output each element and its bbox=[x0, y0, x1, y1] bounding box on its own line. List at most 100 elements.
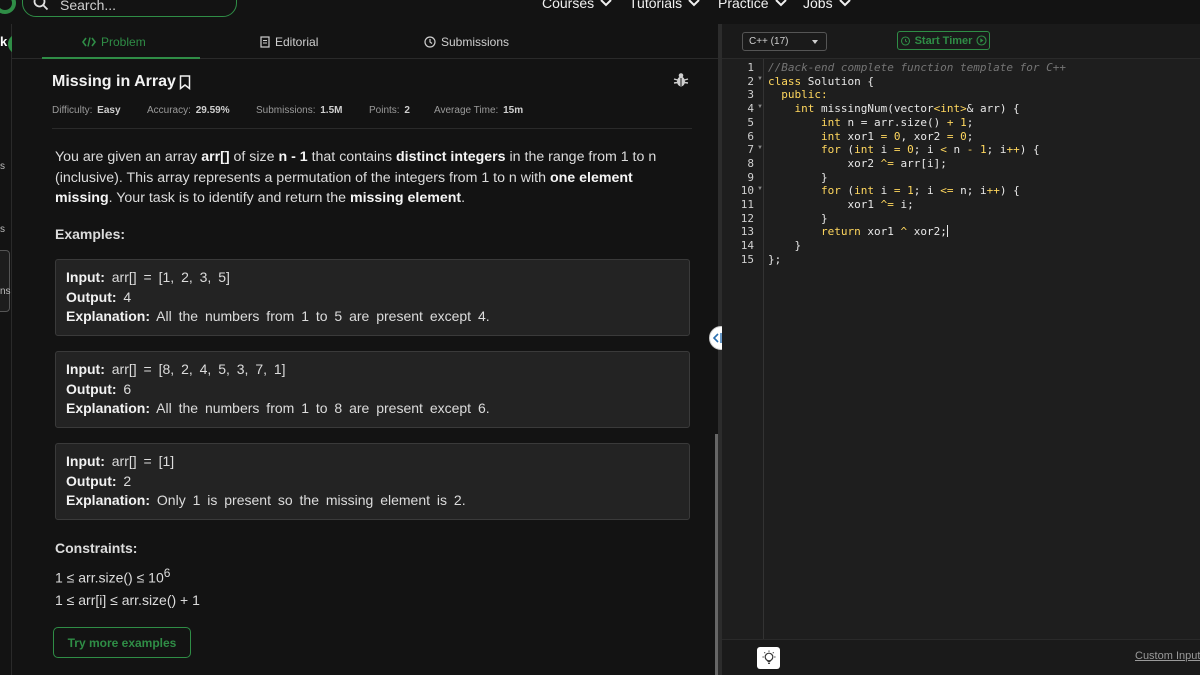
code-keyword: public: bbox=[768, 88, 828, 102]
constraint-value: 1 ≤ arr[i] ≤ arr.size() + 1 bbox=[55, 592, 200, 608]
code-text: ) { bbox=[1019, 143, 1040, 157]
explanation-label: Explanation: bbox=[66, 308, 151, 324]
line-number: 12 bbox=[740, 211, 754, 225]
code-keyword: return bbox=[768, 225, 861, 239]
nav-jobs[interactable]: Jobs bbox=[803, 0, 851, 11]
tab-editorial[interactable]: Editorial bbox=[260, 35, 318, 49]
line-number: 2 bbox=[747, 74, 754, 88]
code-text: ; i bbox=[986, 143, 1007, 157]
nav-courses[interactable]: Courses bbox=[542, 0, 612, 11]
sidebar-fragment: ns bbox=[0, 286, 11, 297]
code-text: xor1 bbox=[840, 129, 881, 143]
problem-title-text: Missing in Array bbox=[52, 73, 176, 90]
hint-button[interactable] bbox=[757, 647, 780, 669]
active-tab-indicator bbox=[42, 57, 200, 59]
nav-jobs-label: Jobs bbox=[803, 0, 833, 11]
fold-arrow-icon[interactable]: ▼ bbox=[757, 145, 763, 151]
bookmark-icon[interactable] bbox=[179, 74, 191, 90]
code-line: return xor1 ^ xor2; bbox=[768, 225, 948, 238]
output-label: Output: bbox=[66, 380, 117, 397]
explanation-value: All the numbers from 1 to 8 are present … bbox=[156, 400, 490, 416]
code-keyword: int bbox=[854, 143, 874, 157]
code-line: int xor1 = 0, xor2 = 0; bbox=[768, 130, 973, 143]
line-number-gutter: 1 2 3 4 5 6 7 8 9 10 11 12 13 14 15 ▼ ▼ … bbox=[722, 59, 764, 639]
code-comment: //Back-end complete function template fo… bbox=[768, 61, 1067, 74]
explanation-value: All the numbers from 1 to 5 are present … bbox=[156, 308, 490, 324]
code-text: ( bbox=[840, 143, 855, 157]
code-text: } bbox=[768, 239, 802, 253]
document-icon bbox=[260, 36, 270, 48]
chevron-down-icon bbox=[774, 0, 787, 7]
editor-toolbar: C++ (17) Start Timer bbox=[722, 24, 1200, 59]
submissions-stat: Submissions: 1.5M bbox=[256, 105, 342, 116]
nav-tutorials-label: Tutorials bbox=[629, 0, 683, 11]
code-text: xor1 bbox=[768, 198, 881, 211]
code-keyword: int bbox=[768, 129, 841, 143]
output-value: 4 bbox=[123, 288, 132, 305]
example-box: Input: arr[] = [8, 2, 4, 5, 3, 7, 1] Out… bbox=[55, 351, 690, 428]
lightbulb-icon bbox=[762, 650, 775, 664]
points-label: Points: bbox=[369, 105, 400, 116]
submissions-label: Submissions: bbox=[256, 105, 316, 116]
sidebar-fragment: s bbox=[0, 161, 5, 172]
points-value: 2 bbox=[404, 105, 410, 116]
code-keyword: class bbox=[768, 74, 802, 88]
code-line: public: bbox=[768, 88, 828, 102]
example-input: Input: arr[] = [1, 2, 3, 5] bbox=[66, 268, 679, 288]
line-number: 6 bbox=[747, 129, 754, 143]
output-value: 6 bbox=[123, 380, 132, 397]
sidebar-card[interactable] bbox=[0, 250, 10, 312]
code-operator: ^= bbox=[880, 156, 894, 170]
report-bug-icon[interactable] bbox=[673, 72, 689, 88]
code-line: int n = arr.size() + 1; bbox=[768, 116, 973, 129]
example-output: Output: 4 bbox=[66, 288, 679, 308]
example-explanation: Explanation: All the numbers from 1 to 8… bbox=[66, 399, 679, 419]
fold-arrow-icon[interactable]: ▼ bbox=[757, 104, 763, 110]
description-text: of size bbox=[229, 149, 279, 165]
fold-arrow-icon[interactable]: ▼ bbox=[757, 186, 763, 192]
code-line: class Solution { bbox=[768, 75, 874, 88]
sidebar-fragment: s bbox=[0, 224, 5, 235]
constraint-size: 1 ≤ arr.size() ≤ 106 bbox=[55, 566, 170, 586]
line-number: 9 bbox=[747, 170, 754, 184]
divider bbox=[52, 128, 692, 129]
example-output: Output: 2 bbox=[66, 472, 679, 492]
difficulty-stat: Difficulty: Easy bbox=[52, 105, 121, 116]
start-timer-button[interactable]: Start Timer bbox=[897, 31, 990, 50]
code-operator: ++ bbox=[986, 184, 1000, 198]
try-more-examples-button[interactable]: Try more examples bbox=[53, 627, 191, 658]
nav-practice[interactable]: Practice bbox=[718, 0, 787, 11]
code-text: n bbox=[946, 143, 967, 157]
code-text: xor2 bbox=[768, 156, 881, 170]
line-number: 8 bbox=[747, 156, 754, 170]
gfg-logo-icon[interactable] bbox=[0, 0, 16, 14]
description-text: that contains bbox=[307, 149, 396, 165]
code-number: 0 bbox=[907, 143, 914, 157]
code-line: //Back-end complete function template fo… bbox=[768, 61, 1066, 74]
description-bold: distinct integers bbox=[395, 149, 506, 165]
search-placeholder: Search... bbox=[60, 0, 117, 13]
search-box[interactable]: Search... bbox=[22, 0, 237, 17]
fold-arrow-icon[interactable]: ▼ bbox=[757, 76, 763, 82]
search-icon bbox=[33, 0, 49, 11]
code-text: missingNum(vector bbox=[814, 102, 934, 116]
caret-down-icon bbox=[812, 40, 818, 44]
code-text: xor2; bbox=[907, 225, 947, 239]
nav-tutorials[interactable]: Tutorials bbox=[629, 0, 700, 11]
input-label: Input: bbox=[66, 361, 105, 377]
accuracy-value: 29.59% bbox=[195, 105, 230, 116]
language-select[interactable]: C++ (17) bbox=[742, 32, 827, 51]
code-keyword: int bbox=[768, 102, 815, 116]
tab-submissions-label: Submissions bbox=[441, 35, 510, 49]
description-bold: n - 1 bbox=[278, 149, 308, 165]
constraints-heading: Constraints: bbox=[55, 540, 138, 556]
code-line: } bbox=[768, 239, 801, 252]
code-area[interactable]: //Back-end complete function template fo… bbox=[768, 59, 1200, 639]
code-operator: <= bbox=[940, 184, 954, 198]
custom-input-link[interactable]: Custom Input bbox=[1135, 650, 1200, 662]
average-time-label: Average Time: bbox=[434, 105, 499, 116]
tab-submissions[interactable]: Submissions bbox=[424, 35, 509, 49]
tab-problem[interactable]: Problem bbox=[82, 35, 146, 49]
tab-editorial-label: Editorial bbox=[275, 35, 319, 49]
